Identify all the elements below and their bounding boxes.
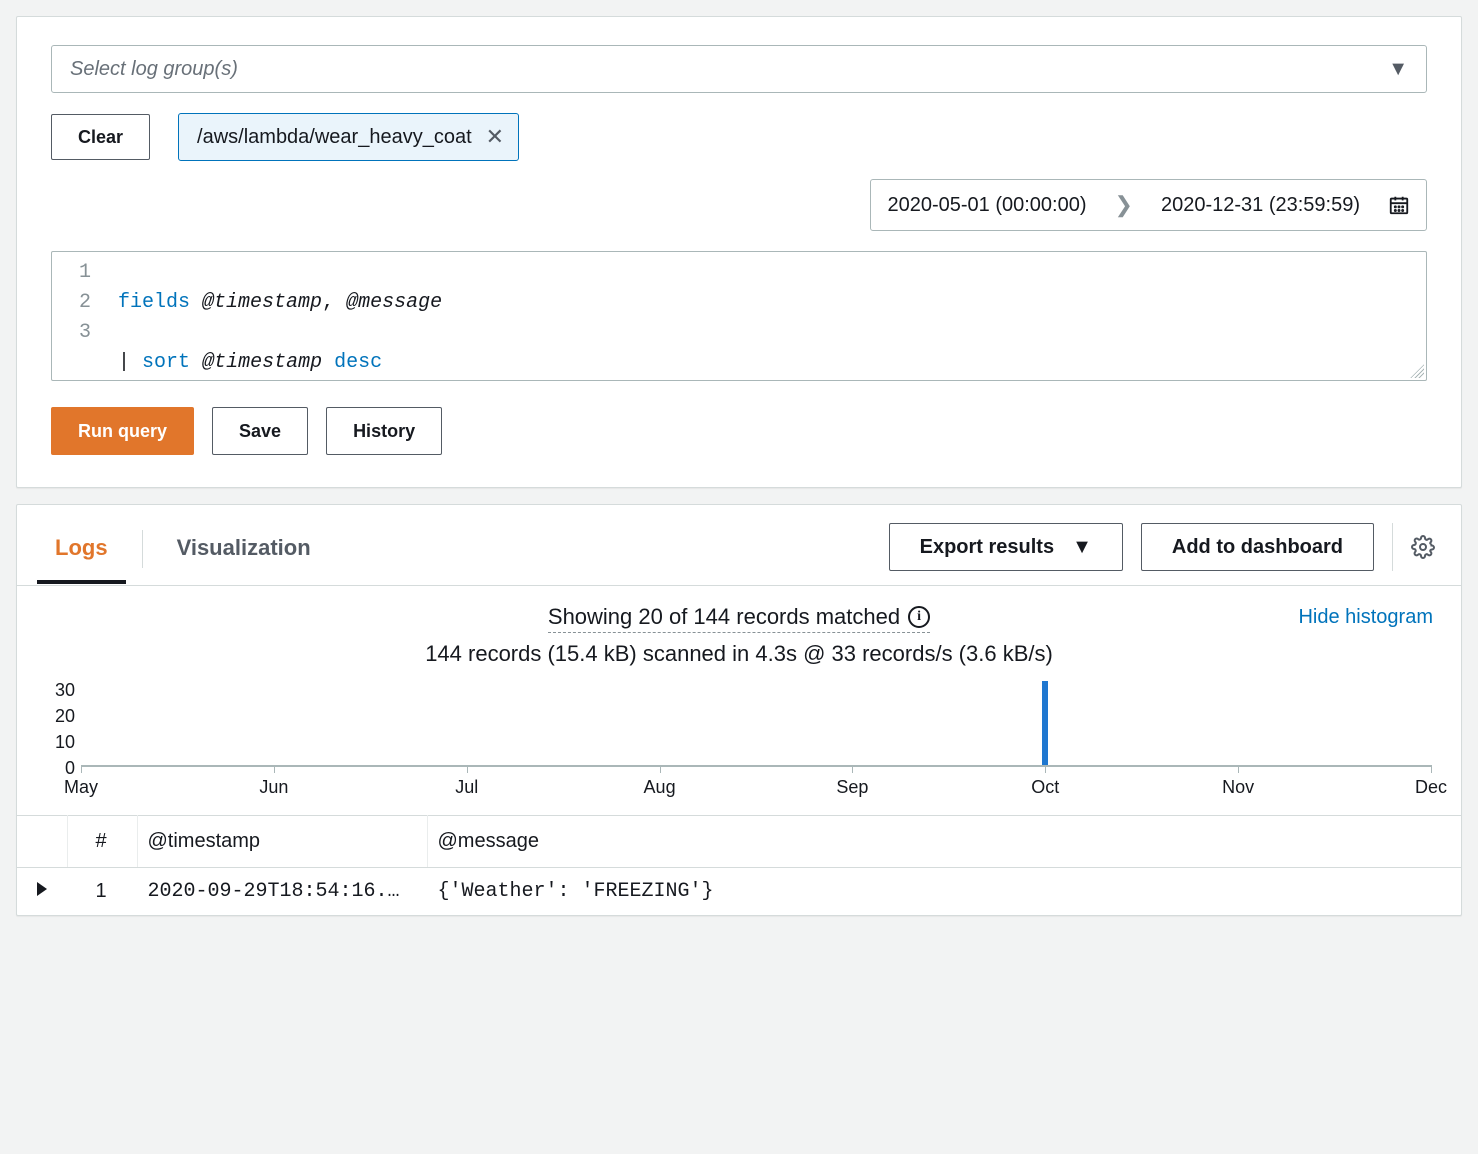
calendar-icon [1388, 194, 1410, 216]
export-results-label: Export results [920, 536, 1054, 559]
line-number: 2 [52, 288, 91, 318]
x-tick-label: May [64, 777, 98, 798]
y-tick: 10 [35, 732, 75, 758]
results-panel: Logs Visualization Export results ▼ Add … [16, 504, 1462, 916]
chevron-down-icon: ▼ [1072, 536, 1092, 559]
expand-row-icon[interactable] [37, 882, 47, 896]
query-panel: Select log group(s) ▼ Clear /aws/lambda/… [16, 16, 1462, 488]
date-range-picker[interactable]: 2020-05-01 (00:00:00) ❯ 2020-12-31 (23:5… [870, 179, 1427, 231]
query-editor[interactable]: 1 2 3 fields @timestamp, @message | sort… [51, 251, 1427, 381]
results-table: # @timestamp @message 12020-09-29T18:54:… [17, 815, 1461, 915]
x-tick-label: Aug [644, 777, 676, 798]
col-expand [17, 816, 67, 868]
x-tick-label: Dec [1415, 777, 1447, 798]
info-icon[interactable]: i [908, 606, 930, 628]
x-tick [467, 765, 468, 773]
chevron-right-icon: ❯ [1115, 192, 1133, 218]
y-tick: 20 [35, 706, 75, 732]
y-tick: 30 [35, 680, 75, 706]
save-button[interactable]: Save [212, 407, 308, 455]
hide-histogram-link[interactable]: Hide histogram [1298, 606, 1433, 629]
date-from: 2020-05-01 (00:00:00) [887, 194, 1086, 217]
x-tick [1045, 765, 1046, 773]
log-group-chip: /aws/lambda/wear_heavy_coat ✕ [178, 113, 519, 161]
add-to-dashboard-button[interactable]: Add to dashboard [1141, 523, 1374, 571]
tabs-bar: Logs Visualization Export results ▼ Add … [17, 505, 1461, 586]
chips-row: Clear /aws/lambda/wear_heavy_coat ✕ [51, 113, 1427, 161]
row-index: 1 [67, 868, 137, 916]
action-row: Run query Save History [51, 407, 1427, 455]
x-tick-label: Jul [455, 777, 478, 798]
x-tick [274, 765, 275, 773]
results-summary: Hide histogram Showing 20 of 144 records… [17, 586, 1461, 675]
col-hash[interactable]: # [67, 816, 137, 868]
summary-line2: 144 records (15.4 kB) scanned in 4.3s @ … [17, 641, 1461, 667]
x-tick-label: Jun [259, 777, 288, 798]
log-group-select[interactable]: Select log group(s) ▼ [51, 45, 1427, 93]
tab-logs[interactable]: Logs [43, 525, 120, 583]
editor-code: fields @timestamp, @message | sort @time… [108, 252, 452, 380]
log-group-chip-label: /aws/lambda/wear_heavy_coat [197, 126, 472, 149]
editor-gutter: 1 2 3 [52, 252, 108, 380]
history-button[interactable]: History [326, 407, 442, 455]
col-timestamp[interactable]: @timestamp [137, 816, 427, 868]
x-tick-label: Nov [1222, 777, 1254, 798]
x-tick [1431, 765, 1432, 773]
line-number: 1 [52, 258, 91, 288]
x-tick [81, 765, 82, 773]
x-tick-label: Sep [836, 777, 868, 798]
col-message[interactable]: @message [427, 816, 1461, 868]
run-query-button[interactable]: Run query [51, 407, 194, 455]
tab-visualization[interactable]: Visualization [165, 525, 323, 583]
x-tick [1238, 765, 1239, 773]
export-results-button[interactable]: Export results ▼ [889, 523, 1123, 571]
tab-divider [142, 530, 143, 568]
x-tick-label: Oct [1031, 777, 1059, 798]
date-row: 2020-05-01 (00:00:00) ❯ 2020-12-31 (23:5… [51, 179, 1427, 231]
x-tick [852, 765, 853, 773]
table-row[interactable]: 12020-09-29T18:54:16.…{'Weather': 'FREEZ… [17, 868, 1461, 916]
clear-button[interactable]: Clear [51, 114, 150, 160]
histogram-bar[interactable] [1042, 681, 1048, 765]
summary-line1: Showing 20 of 144 records matched [548, 604, 900, 630]
gear-icon[interactable] [1392, 523, 1435, 571]
row-message: {'Weather': 'FREEZING'} [427, 868, 1461, 916]
row-timestamp: 2020-09-29T18:54:16.… [137, 868, 427, 916]
line-number: 3 [52, 318, 91, 348]
chevron-down-icon: ▼ [1388, 58, 1408, 81]
close-icon[interactable]: ✕ [486, 126, 504, 148]
histogram-chart: 30 20 10 0 May Jun Jul Aug Sep Oct Nov Dec [17, 675, 1461, 803]
y-axis-labels: 30 20 10 0 [35, 680, 75, 784]
resize-handle[interactable] [1410, 364, 1424, 378]
x-tick [660, 765, 661, 773]
tabs-right: Export results ▼ Add to dashboard [889, 523, 1435, 585]
date-to: 2020-12-31 (23:59:59) [1161, 194, 1360, 217]
x-axis [81, 765, 1431, 767]
log-group-select-placeholder: Select log group(s) [70, 58, 238, 81]
